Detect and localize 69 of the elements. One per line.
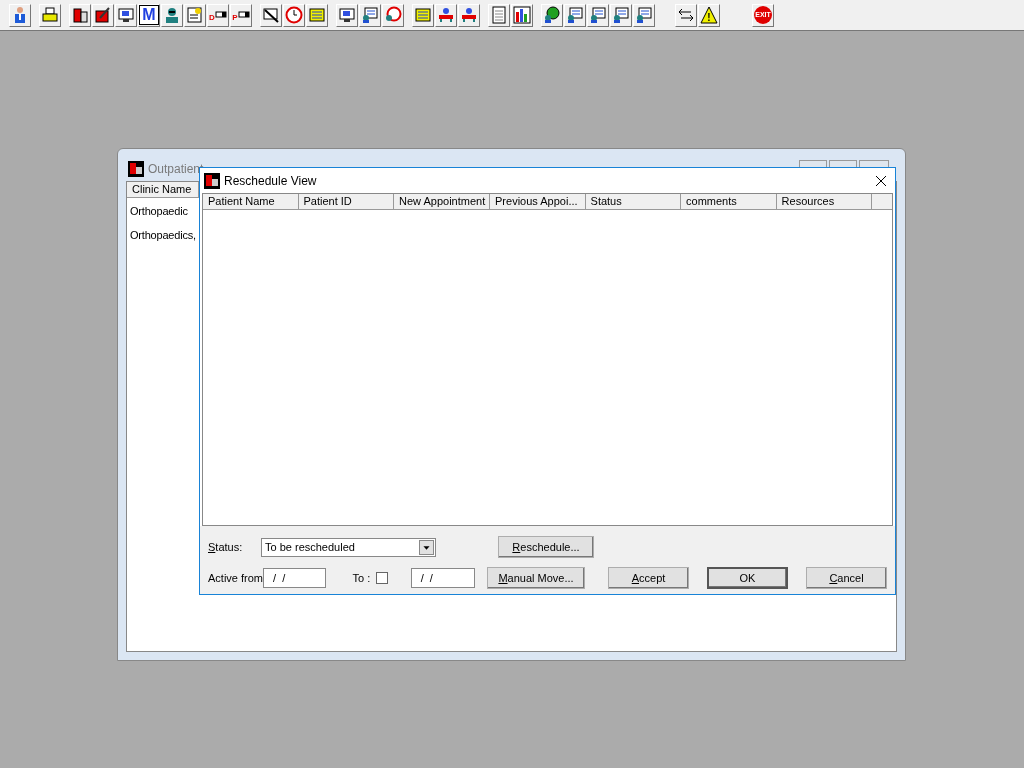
column-header[interactable]: Patient Name (203, 194, 299, 210)
app-icon (204, 172, 220, 189)
printer-icon (41, 6, 59, 24)
card-icon (635, 6, 653, 24)
toolbar-button[interactable] (610, 3, 632, 27)
toolbar-button[interactable] (115, 3, 137, 27)
card-icon (566, 6, 584, 24)
list-row[interactable]: Orthopaedic (127, 204, 188, 219)
column-header[interactable]: Previous Appoi... (490, 194, 586, 210)
globe-icon (543, 6, 561, 24)
toolbar-button[interactable] (675, 3, 697, 27)
clock-icon (285, 6, 303, 24)
header-filler (872, 194, 892, 210)
window-title: Outpatient (148, 161, 204, 178)
active-from-label: Active from (208, 570, 263, 586)
toolbar-button[interactable] (39, 3, 61, 27)
toolbar-button[interactable] (564, 3, 586, 27)
column-header[interactable]: comments (681, 194, 777, 210)
toolbar-button[interactable] (161, 3, 183, 27)
toolbar-button[interactable] (336, 3, 358, 27)
dialog-button[interactable]: Accept (608, 567, 689, 589)
toolbar-button[interactable] (69, 3, 91, 27)
pencil-icon (94, 6, 112, 24)
dialog-button[interactable]: Cancel (806, 567, 887, 589)
dialog-title: Reschedule View (224, 172, 317, 190)
toolbar-button[interactable] (458, 3, 480, 27)
to-checkbox[interactable] (376, 572, 388, 584)
toolbar-button[interactable]: D (207, 3, 229, 27)
app-icon (128, 161, 144, 177)
card-icon (612, 6, 630, 24)
to-field[interactable]: / / (410, 568, 475, 588)
toolbar-button[interactable] (260, 3, 282, 27)
column-header[interactable]: New Appointment (394, 194, 491, 210)
to-label: To : (352, 570, 371, 586)
toolbar-button[interactable] (359, 3, 381, 27)
toolbar-button[interactable] (541, 3, 563, 27)
toolbar-button[interactable] (633, 3, 655, 27)
dialog-button[interactable]: OK (707, 567, 788, 589)
note-icon (186, 6, 204, 24)
book-icon (71, 6, 89, 24)
list-row[interactable]: Orthopaedics, (127, 228, 196, 243)
document-icon (490, 6, 508, 24)
doctor-icon (163, 6, 181, 24)
toolbar-button[interactable] (587, 3, 609, 27)
column-header[interactable]: Resources (776, 194, 873, 210)
card-icon (589, 6, 607, 24)
toolbar-button[interactable]: P (230, 3, 252, 27)
column-header[interactable]: Status (585, 194, 682, 210)
list-icon (308, 6, 326, 24)
status-label: Status: (208, 539, 244, 555)
toolbar-button[interactable] (92, 3, 114, 27)
dialog-button[interactable]: Manual Move... (487, 567, 585, 589)
toolbar-button[interactable] (511, 3, 533, 27)
dialog-button[interactable]: Reschedule... (498, 536, 594, 558)
arrows-icon (677, 6, 695, 24)
toolbar-button[interactable]: M (138, 3, 160, 27)
bar-chart-icon (513, 6, 531, 24)
bed-icon (460, 6, 478, 24)
monitor-icon (338, 6, 356, 24)
column-header[interactable]: Clinic Name (127, 182, 199, 198)
column-header[interactable]: Patient ID (298, 194, 395, 210)
toolbar-button[interactable] (435, 3, 457, 27)
monitor-icon (117, 6, 135, 24)
list-icon (414, 6, 432, 24)
bed-icon (437, 6, 455, 24)
close-icon[interactable] (875, 174, 887, 187)
status-dropdown[interactable]: To be rescheduled (261, 537, 436, 557)
card-icon (361, 6, 379, 24)
active-from-field[interactable]: / / (263, 568, 327, 588)
